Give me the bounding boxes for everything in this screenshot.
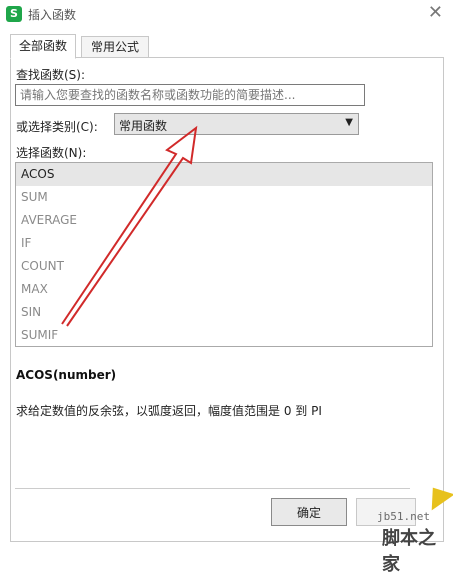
close-icon[interactable]: ✕ bbox=[428, 2, 443, 24]
category-select-value: 常用函数 bbox=[119, 119, 168, 133]
function-item-acos[interactable]: ACOS bbox=[16, 163, 432, 186]
function-signature: ACOS(number) bbox=[16, 368, 117, 382]
tab-common-formulas[interactable]: 常用公式 bbox=[81, 36, 149, 58]
category-label: 或选择类别(C): bbox=[16, 120, 98, 134]
function-item-sum[interactable]: SUM bbox=[16, 186, 432, 209]
tab-all-functions[interactable]: 全部函数 bbox=[10, 34, 76, 59]
app-icon: S bbox=[6, 6, 22, 22]
search-input[interactable] bbox=[15, 84, 365, 106]
title-bar: S 插入函数 ✕ bbox=[0, 0, 453, 30]
function-item-count[interactable]: COUNT bbox=[16, 255, 432, 278]
function-item-sumif[interactable]: SUMIF bbox=[16, 324, 432, 346]
search-label: 查找函数(S): bbox=[16, 68, 86, 82]
function-item-max[interactable]: MAX bbox=[16, 278, 432, 301]
function-list-label: 选择函数(N): bbox=[16, 146, 87, 160]
function-list[interactable]: ACOS SUM AVERAGE IF COUNT MAX SIN SUMIF bbox=[15, 162, 433, 347]
chevron-down-icon: ▼ bbox=[345, 117, 353, 128]
ok-button[interactable]: 确定 bbox=[271, 498, 347, 526]
function-item-if[interactable]: IF bbox=[16, 232, 432, 255]
divider bbox=[15, 488, 410, 489]
window-title: 插入函数 bbox=[28, 8, 77, 22]
function-item-sin[interactable]: SIN bbox=[16, 301, 432, 324]
function-description: 求给定数值的反余弦，以弧度返回，幅度值范围是 0 到 PI bbox=[16, 404, 322, 418]
watermark-site: 脚本之家 bbox=[382, 528, 436, 575]
watermark-domain: jb51.net bbox=[377, 510, 430, 523]
category-select[interactable]: 常用函数 ▼ bbox=[114, 113, 359, 135]
function-item-average[interactable]: AVERAGE bbox=[16, 209, 432, 232]
